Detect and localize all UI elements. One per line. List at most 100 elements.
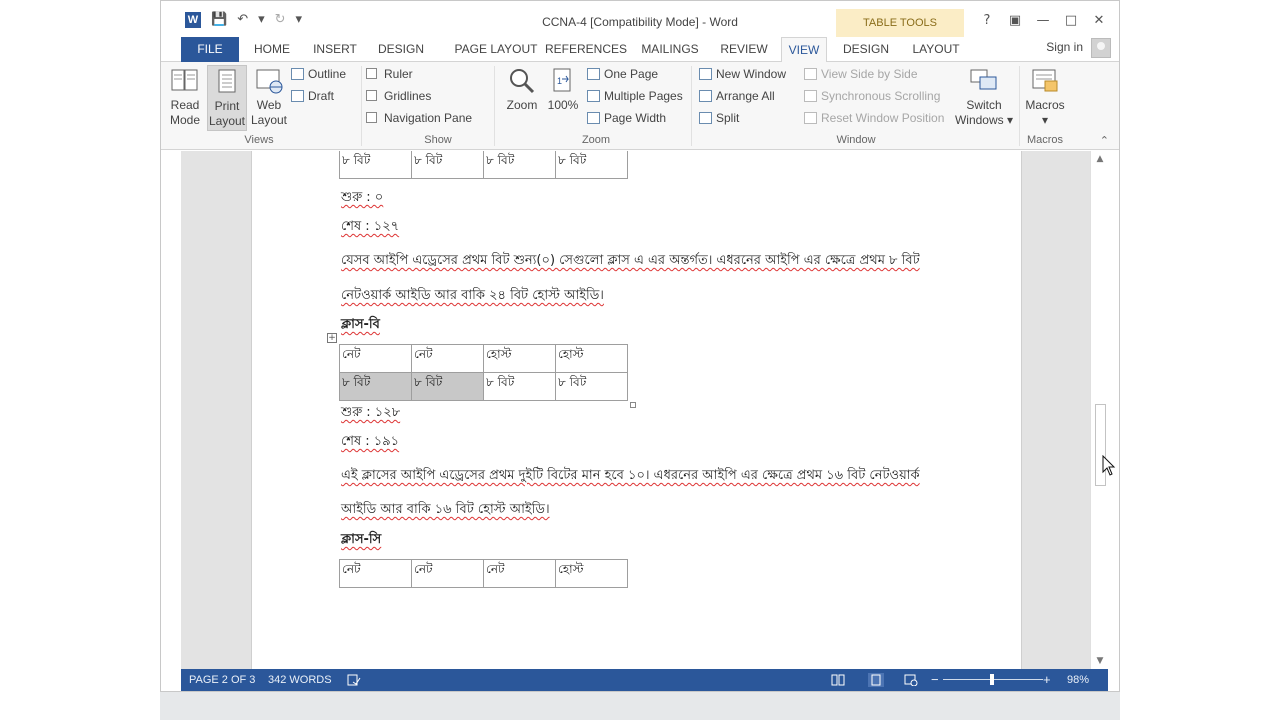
class-b-end[interactable]: শেষ : ১৯১ [341,433,399,451]
table-cell[interactable]: ৮ বিট [339,151,412,179]
scroll-down-icon[interactable]: ▼ [1094,655,1106,667]
web-layout-view-icon[interactable] [904,674,918,686]
table-class-a[interactable]: ৮ বিট ৮ বিট ৮ বিট ৮ বিট [339,151,628,179]
navigation-pane-checkbox[interactable]: Navigation Pane [366,108,472,128]
table-cell[interactable]: হোস্ট [555,344,628,373]
read-mode-view-icon[interactable] [831,674,845,686]
avatar[interactable] [1091,38,1111,58]
zoom-100-button[interactable]: 1 100% [545,65,581,131]
tab-table-layout[interactable]: LAYOUT [903,37,969,62]
word-count[interactable]: 342 WORDS [268,669,332,691]
group-separator [691,66,692,146]
table-row: ৮ বিট ৮ বিট ৮ বিট ৮ বিট [339,151,628,179]
table-cell[interactable]: ৮ বিট [555,372,628,401]
table-cell[interactable]: ৮ বিট [411,151,484,179]
ribbon-display-options-icon[interactable]: ▣ [1001,9,1029,33]
tab-design[interactable]: DESIGN [373,37,429,62]
switch-windows-label-2: Windows ▾ [954,113,1014,127]
class-b-end-text: শেষ : ১৯১ [341,434,400,449]
tab-review[interactable]: REVIEW [717,37,771,62]
table-cell[interactable]: ৮ বিট [555,151,628,179]
zoom-in-button[interactable]: + [1043,669,1051,691]
table-cell[interactable]: ৮ বিট [483,151,556,179]
table-cell-selected[interactable]: ৮ বিট [411,372,484,401]
ruler-checkbox[interactable]: Ruler [366,64,413,84]
table-cell[interactable]: নেট [483,559,556,588]
tab-home[interactable]: HOME [247,37,297,62]
table-tools-label: TABLE TOOLS [836,9,964,37]
one-page-button[interactable]: One Page [587,64,658,84]
table-cell[interactable]: হোস্ট [483,344,556,373]
draft-button[interactable]: Draft [291,86,334,106]
new-window-label: New Window [716,67,787,81]
page-width-button[interactable]: Page Width [587,108,666,128]
tab-references[interactable]: REFERENCES [545,37,627,62]
side-by-side-icon [804,68,817,80]
print-layout-view-icon[interactable] [868,673,884,687]
table-cell[interactable]: নেট [411,559,484,588]
print-layout-button[interactable]: Print Layout [207,65,247,131]
help-icon[interactable]: ? [973,9,1001,33]
table-cell[interactable]: নেট [411,344,484,373]
maximize-icon[interactable]: □ [1057,9,1085,33]
tab-page-layout[interactable]: PAGE LAYOUT [441,37,551,62]
class-a-paragraph-text-1: যেসব আইপি এড্রেসের প্রথম বিট শুন্য(০) সে… [341,253,920,268]
outline-button[interactable]: Outline [291,64,346,84]
zoom-slider-thumb[interactable] [990,674,994,685]
reset-window-position-button[interactable]: Reset Window Position [804,108,944,128]
class-a-start[interactable]: শুরু : ০ [341,189,383,207]
tab-table-design[interactable]: DESIGN [837,37,895,62]
class-a-end[interactable]: শেষ : ১২৭ [341,218,399,236]
class-b-heading[interactable]: ক্লাস-বি [341,316,380,334]
gridlines-checkbox[interactable]: Gridlines [366,86,431,106]
synchronous-scrolling-button[interactable]: Synchronous Scrolling [804,86,940,106]
zoom-level[interactable]: 98% [1067,669,1089,691]
minimize-icon[interactable]: — [1029,9,1057,33]
status-bar: PAGE 2 OF 3 342 WORDS − + 98% [181,669,1108,691]
zoom-out-button[interactable]: − [931,669,939,691]
table-cell[interactable]: নেট [339,344,412,373]
table-cell[interactable]: ৮ বিট [483,372,556,401]
class-b-paragraph-line-2[interactable]: আইডি আর বাকি ১৬ বিট হোস্ট আইডি। [341,501,550,519]
zoom-label: Zoom [506,98,538,112]
multiple-pages-button[interactable]: Multiple Pages [587,86,683,106]
arrange-all-button[interactable]: Arrange All [699,86,775,106]
multiple-pages-icon [587,90,600,102]
scroll-up-icon[interactable]: ▲ [1094,153,1106,165]
tab-insert[interactable]: INSERT [307,37,363,62]
table-class-c[interactable]: নেট নেট নেট হোস্ট [339,559,628,588]
class-a-paragraph-line-1[interactable]: যেসব আইপি এড্রেসের প্রথম বিট শুন্য(০) সে… [341,252,920,270]
class-b-start[interactable]: শুরু : ১২৮ [341,404,400,422]
table-cell[interactable]: নেট [339,559,412,588]
tab-file[interactable]: FILE [181,37,239,62]
class-b-paragraph-line-1[interactable]: এই ক্লাসের আইপি এড্রেসের প্রথম দুইটি বিট… [341,467,920,485]
new-window-button[interactable]: New Window [699,64,786,84]
read-mode-button[interactable]: Read Mode [167,65,203,131]
view-side-by-side-button[interactable]: View Side by Side [804,64,918,84]
new-window-icon [699,68,712,80]
class-c-heading[interactable]: ক্লাস-সি [341,531,381,549]
macros-icon [1032,69,1058,92]
proofing-icon[interactable] [347,674,361,686]
tab-mailings[interactable]: MAILINGS [639,37,701,62]
table-cell-selected[interactable]: ৮ বিট [339,372,412,401]
collapse-ribbon-icon[interactable]: ⌃ [1100,134,1109,147]
split-button[interactable]: Split [699,108,739,128]
macros-button[interactable]: Macros ▾ [1023,65,1067,131]
table-resize-handle-icon[interactable] [630,402,636,408]
table-class-b[interactable]: নেট নেট হোস্ট হোস্ট ৮ বিট ৮ বিট ৮ বিট ৮ … [339,344,628,401]
print-layout-label-1: Print [214,99,240,113]
class-a-paragraph-line-2[interactable]: নেটওয়ার্ক আইডি আর বাকি ২৪ বিট হোস্ট আইড… [341,287,604,305]
switch-windows-button[interactable]: Switch Windows ▾ [953,65,1015,131]
vertical-scrollbar[interactable]: ▲ ▼ [1090,151,1108,669]
view-side-by-side-label: View Side by Side [821,67,918,81]
web-layout-button[interactable]: Web Layout [249,65,289,131]
page-count[interactable]: PAGE 2 OF 3 [189,669,255,691]
table-cell[interactable]: হোস্ট [555,559,628,588]
close-icon[interactable]: ✕ [1085,9,1113,33]
tab-view[interactable]: VIEW [781,37,827,63]
sign-in-link[interactable]: Sign in [1046,40,1083,54]
zoom-button[interactable]: Zoom [501,65,543,131]
gridlines-check-icon [366,90,377,101]
table-move-handle-icon[interactable]: + [327,333,337,343]
